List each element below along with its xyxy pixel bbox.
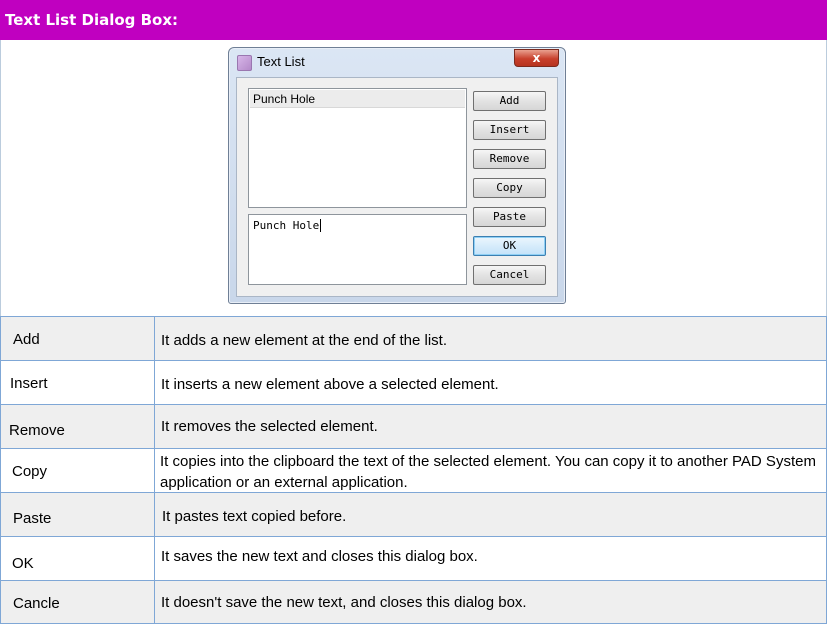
page-header: Text List Dialog Box:: [0, 0, 827, 40]
description-text: It removes the selected element.: [161, 418, 378, 435]
text-listbox[interactable]: Punch Hole: [248, 88, 467, 208]
table-row: Add It adds a new element at the end of …: [0, 316, 827, 360]
table-cell-term: Insert: [0, 361, 155, 404]
table-cell-description: It inserts a new element above a selecte…: [155, 361, 827, 404]
table-cell-description: It removes the selected element.: [155, 405, 827, 448]
table-cell-term: Paste: [0, 493, 155, 536]
close-icon: x: [532, 51, 541, 65]
list-item[interactable]: Punch Hole: [250, 90, 465, 108]
table-row: Copy It copies into the clipboard the te…: [0, 448, 827, 492]
dialog-title: Text List: [257, 54, 305, 69]
ok-button[interactable]: OK: [473, 236, 546, 256]
table-cell-term: Add: [0, 317, 155, 360]
close-button[interactable]: x: [514, 49, 559, 67]
table-row: Remove It removes the selected element.: [0, 404, 827, 448]
edit-field-value: Punch Hole: [253, 219, 322, 232]
insert-button[interactable]: Insert: [473, 120, 546, 140]
table-cell-description: It saves the new text and closes this di…: [155, 537, 827, 580]
page-title: Text List Dialog Box:: [5, 11, 179, 29]
term-text: Add: [13, 331, 40, 348]
term-text: Insert: [10, 375, 48, 392]
term-text: Cancle: [13, 595, 60, 612]
remove-button[interactable]: Remove: [473, 149, 546, 169]
table-cell-description: It pastes text copied before.: [155, 493, 827, 536]
app-icon: [237, 55, 252, 71]
table-row: Cancle It doesn't save the new text, and…: [0, 580, 827, 624]
table-row: Paste It pastes text copied before.: [0, 492, 827, 536]
description-text: It pastes text copied before.: [162, 508, 347, 525]
table-row: OK It saves the new text and closes this…: [0, 536, 827, 580]
description-text: It inserts a new element above a selecte…: [161, 376, 499, 393]
term-text: OK: [12, 555, 34, 572]
copy-button[interactable]: Copy: [473, 178, 546, 198]
table-cell-description: It copies into the clipboard the text of…: [155, 449, 827, 492]
cancel-button[interactable]: Cancel: [473, 265, 546, 285]
description-text: It doesn't save the new text, and closes…: [161, 594, 527, 611]
term-text: Paste: [13, 510, 52, 527]
table-cell-term: Remove: [0, 405, 155, 448]
paste-button[interactable]: Paste: [473, 207, 546, 227]
add-button[interactable]: Add: [473, 91, 546, 111]
table-cell-description: It adds a new element at the end of the …: [155, 317, 827, 360]
description-text: It adds a new element at the end of the …: [161, 332, 448, 349]
description-text: It copies into the clipboard the text of…: [160, 453, 816, 491]
table-row: Insert It inserts a new element above a …: [0, 360, 827, 404]
table-cell-term: Copy: [0, 449, 155, 492]
term-text: Remove: [9, 422, 65, 439]
table-cell-description: It doesn't save the new text, and closes…: [155, 581, 827, 624]
dialog-client-area: Punch Hole Punch Hole Add Insert Remove …: [236, 77, 558, 297]
description-text: It saves the new text and closes this di…: [161, 548, 478, 565]
text-edit-field[interactable]: Punch Hole: [248, 214, 467, 285]
text-list-dialog: Text List x Punch Hole Punch Hole Add In…: [228, 47, 566, 304]
term-text: Copy: [12, 463, 48, 480]
dialog-titlebar[interactable]: Text List x: [229, 48, 565, 76]
table-cell-term: Cancle: [0, 581, 155, 624]
table-cell-term: OK: [0, 537, 155, 580]
